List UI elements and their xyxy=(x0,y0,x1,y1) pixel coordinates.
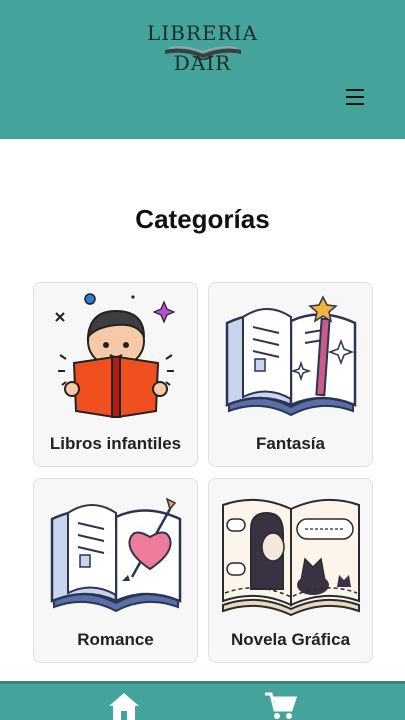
category-label: Fantasía xyxy=(256,434,325,453)
store-logo[interactable]: LIBRERIA DAIR xyxy=(130,18,275,75)
home-button[interactable] xyxy=(106,690,142,720)
category-label: Novela Gráfica xyxy=(230,630,351,649)
heart-arrow-book-icon xyxy=(50,497,182,613)
child-reading-book-icon xyxy=(55,293,176,419)
app-header: LIBRERIA DAIR xyxy=(0,0,405,139)
open-book-logo-icon xyxy=(165,46,241,60)
hamburger-icon xyxy=(346,89,364,91)
cart-icon xyxy=(265,692,298,719)
magic-wand-book-icon xyxy=(225,295,357,417)
cart-button[interactable] xyxy=(263,690,299,720)
comic-book-icon xyxy=(222,498,360,617)
page-title: Categorías xyxy=(135,204,270,234)
category-label: Romance xyxy=(77,630,154,649)
category-card-romance[interactable]: Romance xyxy=(33,478,198,663)
bottom-navigation xyxy=(0,681,405,720)
category-card-libros-infantiles[interactable]: Libros infantiles xyxy=(33,282,198,467)
menu-button[interactable] xyxy=(342,84,368,110)
category-label: Libros infantiles xyxy=(49,434,182,453)
category-card-fantasia[interactable]: Fantasía xyxy=(208,282,373,467)
home-icon xyxy=(109,693,139,720)
category-card-novela-grafica[interactable]: Novela Gráfica xyxy=(208,478,373,663)
